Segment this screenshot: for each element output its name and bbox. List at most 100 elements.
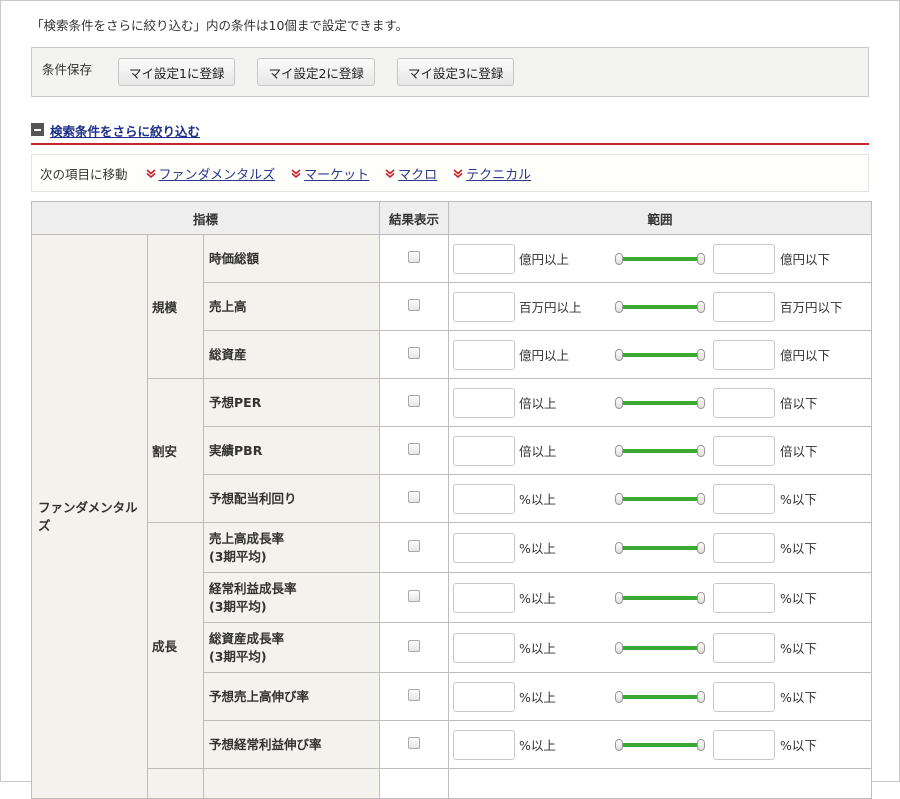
range-min-input[interactable] <box>453 632 516 663</box>
range-slider[interactable] <box>615 396 706 410</box>
result-checkbox[interactable] <box>408 395 421 407</box>
nav-item-market[interactable]: マーケット <box>287 164 369 183</box>
range-max-input[interactable] <box>713 435 776 466</box>
result-checkbox[interactable] <box>408 299 421 311</box>
indicator-name-text: 時価総額 <box>209 250 260 266</box>
slider-min-handle[interactable] <box>615 396 624 409</box>
slider-min-handle[interactable] <box>615 690 624 703</box>
chevron-down-icon <box>145 169 156 178</box>
result-checkbox[interactable] <box>408 590 421 602</box>
range-min-input[interactable] <box>453 291 516 322</box>
range-max-input[interactable] <box>713 243 776 274</box>
nav-item-technical[interactable]: テクニカル <box>449 164 531 183</box>
range-max-input[interactable] <box>713 632 776 663</box>
range-slider[interactable] <box>615 252 706 266</box>
range-slider[interactable] <box>615 492 706 506</box>
nav-link-market[interactable]: マーケット <box>304 164 369 183</box>
range-max-input[interactable] <box>713 681 776 712</box>
slider-max-handle[interactable] <box>697 738 706 751</box>
range-slider[interactable] <box>615 300 706 314</box>
slider-max-handle[interactable] <box>697 396 706 409</box>
range-min-input[interactable] <box>453 387 516 418</box>
result-checkbox[interactable] <box>408 737 421 749</box>
range-slider[interactable] <box>615 444 706 458</box>
range-slider[interactable] <box>615 591 706 605</box>
slider-max-handle[interactable] <box>697 492 706 505</box>
slider-max-handle[interactable] <box>697 252 706 265</box>
range-min-input[interactable] <box>453 435 516 466</box>
indicator-name-text: 総資産成長率 <box>209 630 285 646</box>
slider-min-handle[interactable] <box>615 492 624 505</box>
indicator-name-text: 予想配当利回り <box>209 490 297 506</box>
header-range: 範囲 <box>448 201 873 235</box>
range-max-input[interactable] <box>713 291 776 322</box>
save-setting-3-button[interactable]: マイ設定3に登録 <box>396 58 515 86</box>
result-checkbox[interactable] <box>408 251 421 263</box>
table-row <box>32 768 873 799</box>
nav-link-fundamentals[interactable]: ファンダメンタルズ <box>159 164 276 183</box>
range-max-input[interactable] <box>713 729 776 760</box>
save-setting-1-button[interactable]: マイ設定1に登録 <box>118 58 236 86</box>
range-max-input[interactable] <box>713 582 776 613</box>
nav-item-macro[interactable]: マクロ <box>381 164 437 183</box>
result-checkbox[interactable] <box>408 640 421 652</box>
range-max-input[interactable] <box>713 532 776 563</box>
indicator-name: 実績PBR <box>202 426 381 475</box>
nav-item-fundamentals[interactable]: ファンダメンタルズ <box>142 164 276 183</box>
nav-link-macro[interactable]: マクロ <box>398 164 437 183</box>
range-max-input[interactable] <box>713 339 776 370</box>
range-max-unit: %以下 <box>780 690 817 705</box>
range-min-input[interactable] <box>453 532 516 563</box>
slider-max-handle[interactable] <box>697 690 706 703</box>
range-min-unit: %以上 <box>519 541 556 556</box>
range-min-unit: %以上 <box>519 591 556 606</box>
range-cell: 億円以上 億円以下 <box>448 330 873 379</box>
indicator-name: 予想経常利益伸び率 <box>202 720 381 769</box>
range-slider[interactable] <box>615 738 706 752</box>
section-toggle-link[interactable]: 検索条件をさらに絞り込む <box>50 121 200 140</box>
range-slider[interactable] <box>615 348 706 362</box>
result-checkbox[interactable] <box>408 540 421 552</box>
range-min-input[interactable] <box>453 582 516 613</box>
range-min-input[interactable] <box>453 339 516 370</box>
indicator-name-text: 予想PER <box>209 394 262 410</box>
range-max-unit: 百万円以下 <box>780 300 843 315</box>
range-min-input[interactable] <box>453 243 516 274</box>
slider-min-handle[interactable] <box>615 300 624 313</box>
nav-link-technical[interactable]: テクニカル <box>466 164 531 183</box>
range-slider[interactable] <box>615 541 706 555</box>
range-slider[interactable] <box>615 641 706 655</box>
slider-min-handle[interactable] <box>615 541 624 554</box>
slider-min-handle[interactable] <box>615 641 624 654</box>
slider-max-handle[interactable] <box>697 444 706 457</box>
group-cell: 割安 <box>147 378 204 523</box>
slider-max-handle[interactable] <box>697 348 706 361</box>
save-setting-2-button[interactable]: マイ設定2に登録 <box>257 58 375 86</box>
range-max-input[interactable] <box>713 483 776 514</box>
table-row: 割安 予想PER 倍以上 倍以下 <box>32 378 873 523</box>
slider-max-handle[interactable] <box>697 300 706 313</box>
range-max-input[interactable] <box>713 387 776 418</box>
indicator-name: 予想配当利回り <box>202 474 381 523</box>
collapse-minus-icon[interactable] <box>31 123 44 136</box>
slider-min-handle[interactable] <box>615 348 624 361</box>
result-checkbox[interactable] <box>408 491 421 503</box>
slider-min-handle[interactable] <box>615 444 624 457</box>
slider-max-handle[interactable] <box>697 541 706 554</box>
result-checkbox[interactable] <box>408 347 421 359</box>
range-cell: %以上 %以下 <box>448 572 873 623</box>
result-checkbox[interactable] <box>408 689 421 701</box>
range-cell: 倍以上 倍以下 <box>448 378 873 427</box>
slider-min-handle[interactable] <box>615 252 624 265</box>
range-min-input[interactable] <box>453 681 516 712</box>
range-min-input[interactable] <box>453 729 516 760</box>
slider-max-handle[interactable] <box>697 641 706 654</box>
indicator-name-text: 経常利益成長率 <box>209 580 297 596</box>
slider-min-handle[interactable] <box>615 738 624 751</box>
result-checkbox[interactable] <box>408 443 421 455</box>
slider-max-handle[interactable] <box>697 591 706 604</box>
slider-min-handle[interactable] <box>615 591 624 604</box>
range-min-input[interactable] <box>453 483 516 514</box>
range-slider[interactable] <box>615 690 706 704</box>
indicator-name: 売上高成長率 (3期平均) <box>202 522 381 573</box>
